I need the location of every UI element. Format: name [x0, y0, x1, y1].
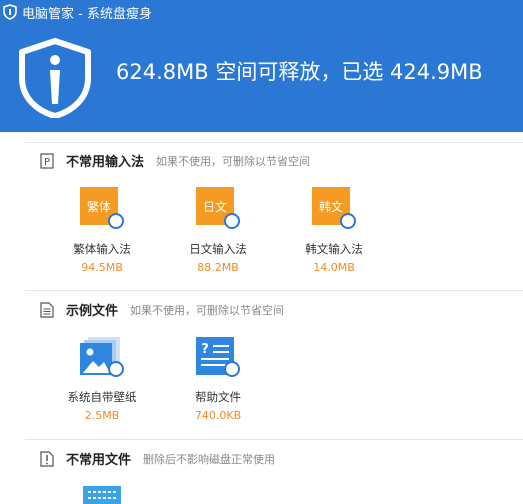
item-icon: 韩文: [312, 187, 356, 231]
select-checkbox[interactable]: [224, 361, 240, 377]
item-name: 日文输入法: [189, 242, 247, 256]
item-traditional-ime[interactable]: 繁体 繁体输入法 94.5MB: [54, 187, 150, 274]
section-header-unused-files: 不常用文件 删除后不影响磁盘正常使用: [40, 449, 275, 468]
section-divider: [25, 439, 523, 440]
item-help-files[interactable]: ? 帮助文件 740.0KB: [170, 335, 266, 422]
item-icon: 繁体: [80, 187, 124, 231]
svg-text:P: P: [44, 157, 50, 168]
section-header-sample-files: 示例文件 如果不使用，可删除以节省空间: [40, 300, 284, 319]
item-size: 14.0MB: [313, 261, 355, 274]
unused-file-item-icon[interactable]: [83, 484, 123, 504]
section-desc: 删除后不影响磁盘正常使用: [143, 452, 276, 466]
item-size: 2.5MB: [84, 409, 120, 422]
item-size: 740.0KB: [194, 409, 242, 422]
select-checkbox[interactable]: [108, 361, 124, 377]
item-name: 繁体输入法: [73, 242, 131, 256]
space-summary: 624.8MB 空间可释放，已选 424.9MB: [116, 60, 483, 84]
section-title: 不常用文件: [66, 453, 132, 468]
section-header-input-methods: P 不常用输入法 如果不使用，可删除以节省空间: [40, 151, 310, 170]
header-banner: 电脑管家 - 系统盘瘦身 624.8MB 空间可释放，已选 424.9MB: [0, 0, 523, 132]
item-icon: 日文: [196, 187, 240, 231]
item-icon: [80, 335, 124, 379]
section-desc: 如果不使用，可删除以节省空间: [130, 303, 285, 317]
item-name: 韩文输入法: [305, 242, 363, 256]
title-bar: 电脑管家 - 系统盘瘦身: [0, 0, 152, 24]
section-title: 示例文件: [66, 304, 119, 319]
content-area: P 不常用输入法 如果不使用，可删除以节省空间 繁体 繁体输入法 94.5MB …: [0, 132, 523, 504]
select-checkbox[interactable]: [108, 213, 124, 229]
item-size: 88.2MB: [197, 261, 239, 274]
item-system-wallpaper[interactable]: 系统自带壁纸 2.5MB: [54, 335, 150, 422]
window-title: 电脑管家 - 系统盘瘦身: [22, 6, 152, 22]
shield-icon: [19, 38, 91, 118]
item-icon: ?: [196, 335, 240, 379]
p-icon: P: [40, 152, 54, 169]
section-divider: [25, 142, 523, 143]
item-name: 帮助文件: [195, 390, 241, 404]
document-icon: [40, 301, 54, 318]
item-name: 系统自带壁纸: [67, 390, 137, 404]
item-size: 94.5MB: [81, 261, 123, 274]
app-logo-icon: [3, 4, 17, 20]
select-checkbox[interactable]: [340, 213, 356, 229]
svg-text:?: ?: [201, 342, 209, 357]
section-desc: 如果不使用，可删除以节省空间: [156, 154, 311, 168]
item-korean-ime[interactable]: 韩文 韩文输入法 14.0MB: [286, 187, 382, 274]
item-japanese-ime[interactable]: 日文 日文输入法 88.2MB: [170, 187, 266, 274]
section-divider: [25, 290, 523, 291]
select-checkbox[interactable]: [224, 213, 240, 229]
section-title: 不常用输入法: [66, 155, 145, 170]
file-icon: [40, 450, 54, 467]
